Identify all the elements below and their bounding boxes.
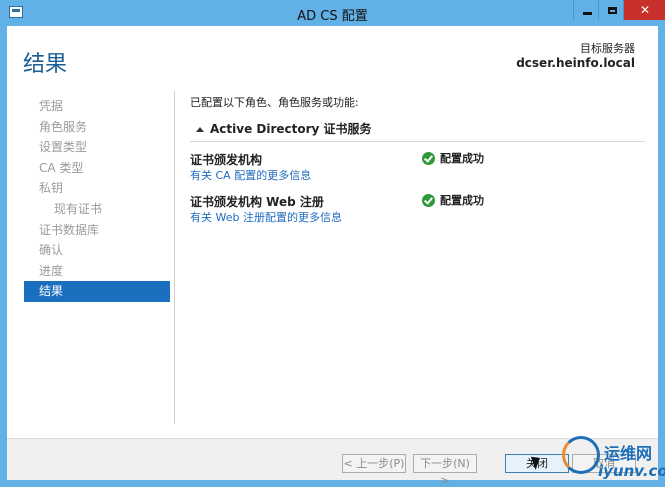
success-check-icon <box>422 151 435 165</box>
nav-item-progress[interactable]: 进度 <box>24 261 170 282</box>
section-title: Active Directory 证书服务 <box>210 122 372 136</box>
target-server-label: 目标服务器 <box>580 42 635 55</box>
button-bar: < 上一步(P) 下一步(N) > 关闭 取消 <box>7 438 658 487</box>
nav-item-confirmation[interactable]: 确认 <box>24 240 170 261</box>
title-bar[interactable]: AD CS 配置 ✕ <box>0 0 665 26</box>
result-status: 配置成功 <box>422 150 484 166</box>
result-status: 配置成功 <box>422 192 484 208</box>
watermark-brand: 运维网 <box>604 444 653 463</box>
nav-item-ca-type[interactable]: CA 类型 <box>24 158 170 179</box>
target-server-value: dcser.heinfo.local <box>516 56 635 70</box>
section-divider <box>190 141 645 142</box>
result-name: 证书颁发机构 Web 注册 <box>190 195 324 209</box>
adcs-config-window: AD CS 配置 ✕ 结果 目标服务器 dcser.heinfo.local 凭… <box>0 0 665 487</box>
minimize-button[interactable] <box>573 0 600 20</box>
status-text: 配置成功 <box>440 152 484 165</box>
more-info-link[interactable]: 有关 CA 配置的更多信息 <box>190 167 311 183</box>
collapse-caret-icon[interactable] <box>196 127 204 132</box>
maximize-icon <box>607 6 617 14</box>
nav-item-credentials[interactable]: 凭据 <box>24 96 170 117</box>
nav-divider <box>174 91 175 424</box>
window-title: AD CS 配置 <box>297 9 368 24</box>
result-item: 证书颁发机构 有关 CA 配置的更多信息 配置成功 <box>190 151 645 185</box>
previous-button[interactable]: < 上一步(P) <box>342 454 406 473</box>
success-check-icon <box>422 193 435 207</box>
minimize-icon <box>582 11 592 15</box>
close-icon: ✕ <box>639 3 651 17</box>
wizard-body: 结果 目标服务器 dcser.heinfo.local 凭据 角色服务 设置类型… <box>7 26 658 480</box>
wizard-nav: 凭据 角色服务 设置类型 CA 类型 私钥 现有证书 证书数据库 确认 进度 结… <box>24 96 170 302</box>
nav-item-cert-database[interactable]: 证书数据库 <box>24 220 170 241</box>
section-header[interactable]: Active Directory 证书服务 <box>190 120 645 140</box>
watermark-logo: 运维网 iyunv.com <box>562 432 665 484</box>
nav-item-role-services[interactable]: 角色服务 <box>24 117 170 138</box>
nav-item-results[interactable]: 结果 <box>24 281 170 302</box>
intro-text: 已配置以下角色、角色服务或功能: <box>190 96 359 109</box>
nav-item-setup-type[interactable]: 设置类型 <box>24 137 170 158</box>
close-window-button[interactable]: ✕ <box>623 0 665 20</box>
result-name: 证书颁发机构 <box>190 153 263 167</box>
page-title: 结果 <box>23 52 68 77</box>
status-text: 配置成功 <box>440 194 484 207</box>
result-item: 证书颁发机构 Web 注册 有关 Web 注册配置的更多信息 配置成功 <box>190 193 645 227</box>
nav-item-private-key[interactable]: 私钥 <box>24 178 170 199</box>
maximize-button[interactable] <box>598 0 625 20</box>
watermark-swirl-icon <box>562 436 600 474</box>
results-content: 已配置以下角色、角色服务或功能: Active Directory 证书服务 证… <box>190 94 645 224</box>
nav-item-existing-cert[interactable]: 现有证书 <box>24 199 170 220</box>
next-button[interactable]: 下一步(N) > <box>413 454 477 487</box>
more-info-link[interactable]: 有关 Web 注册配置的更多信息 <box>190 209 342 225</box>
watermark-site: iyunv.com <box>598 462 665 480</box>
